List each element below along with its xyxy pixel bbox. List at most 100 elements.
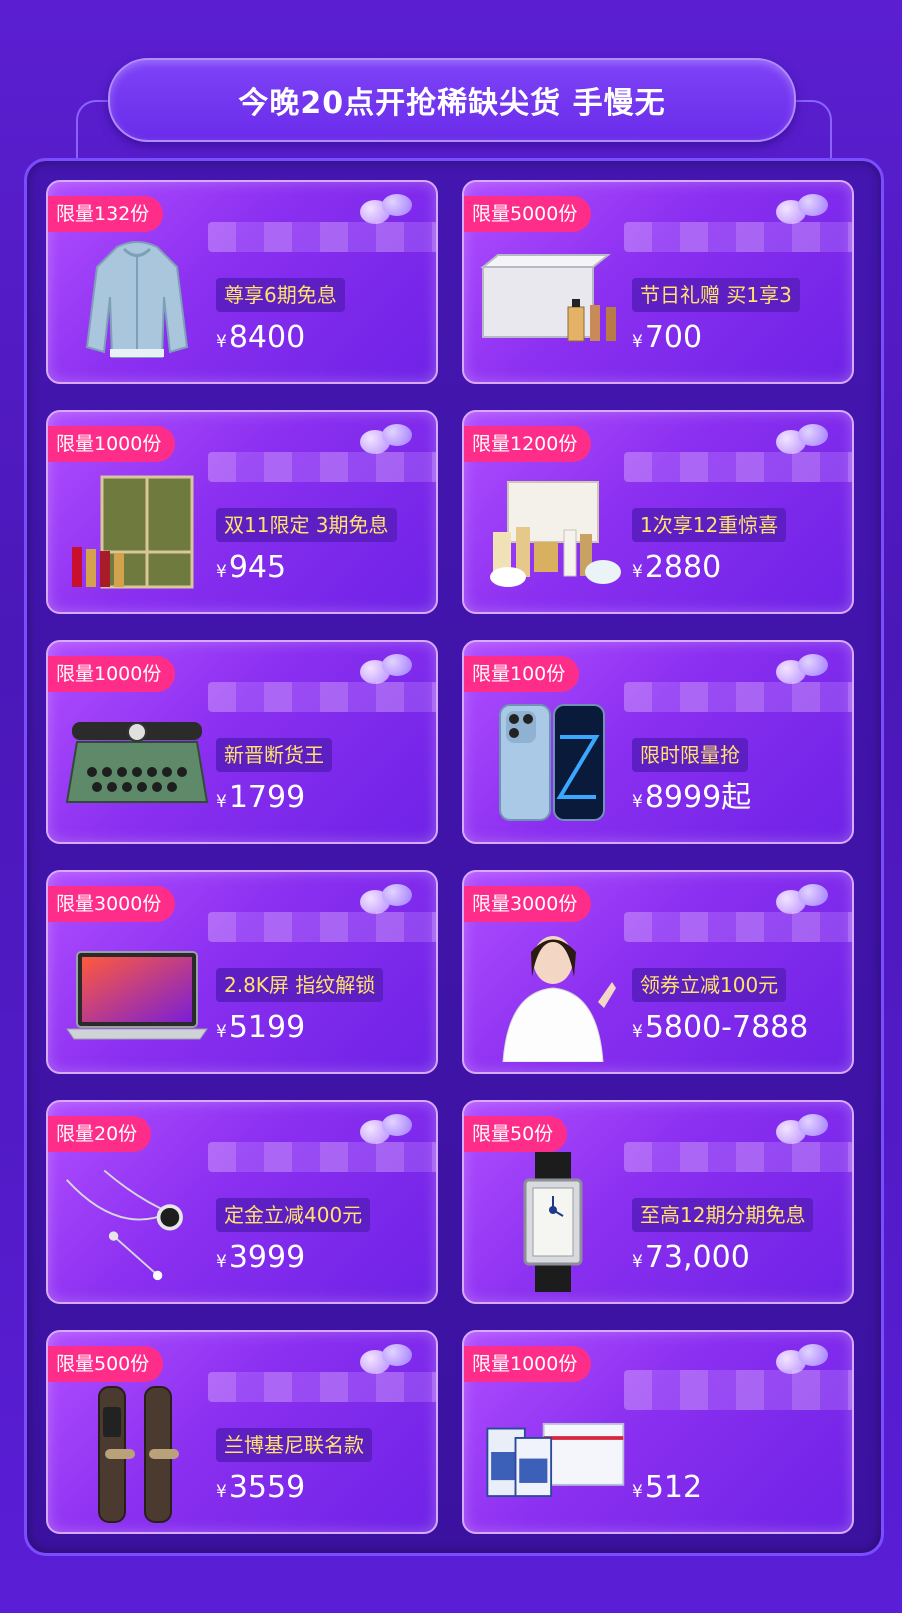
promo-tag: 尊享6期免息 xyxy=(216,278,345,312)
product-card[interactable]: 限量1000份 ¥512 xyxy=(462,1330,854,1534)
bubble-decoration-icon xyxy=(776,194,828,224)
limit-badge: 限量1000份 xyxy=(464,1346,592,1382)
page-title: 今晚20点开抢稀缺尖货 手慢无 xyxy=(238,86,666,121)
product-card[interactable]: 限量3000份 领券立减100元 ¥5800-7888 xyxy=(462,870,854,1074)
milk-box-icon xyxy=(478,1382,628,1522)
product-card[interactable]: 限量1000份 新晋断货王 ¥1799 xyxy=(46,640,438,844)
currency-symbol: ¥ xyxy=(632,1022,643,1042)
blurred-title xyxy=(208,682,436,712)
limit-badge: 限量50份 xyxy=(464,1116,568,1152)
price-value: 3999 xyxy=(228,1240,306,1275)
blurred-title xyxy=(624,912,852,942)
product-grid: 限量132份 尊享6期免息 ¥8400 限量5000份 节日礼赠 买1享3 ¥7… xyxy=(46,180,854,1534)
product-card[interactable]: 限量100份 限时限量抢 ¥8999起 xyxy=(462,640,854,844)
laptop-icon xyxy=(62,922,212,1062)
currency-symbol: ¥ xyxy=(632,1252,643,1272)
product-card[interactable]: 限量1000份 双11限定 3期免息 ¥945 xyxy=(46,410,438,614)
watch-icon xyxy=(478,1152,628,1292)
price-value: 5199 xyxy=(228,1010,306,1045)
product-card[interactable]: 限量50份 至高12期分期免息 ¥73,000 xyxy=(462,1100,854,1304)
bubble-decoration-icon xyxy=(776,424,828,454)
lipstick-gift-box-icon xyxy=(62,462,212,602)
currency-symbol: ¥ xyxy=(632,792,643,812)
product-card[interactable]: 限量132份 尊享6期免息 ¥8400 xyxy=(46,180,438,384)
price: ¥73,000 xyxy=(632,1238,750,1282)
limit-badge: 限量5000份 xyxy=(464,196,592,232)
currency-symbol: ¥ xyxy=(216,1482,227,1502)
price-value: 1799 xyxy=(228,780,306,815)
bubble-decoration-icon xyxy=(360,194,412,224)
promo-tag: 兰博基尼联名款 xyxy=(216,1428,372,1462)
blurred-title xyxy=(624,1142,852,1172)
bubble-decoration-icon xyxy=(776,1114,828,1144)
promo-tag: 双11限定 3期免息 xyxy=(216,508,397,542)
limit-badge: 限量20份 xyxy=(48,1116,152,1152)
price-value: 5800-7888 xyxy=(644,1010,809,1045)
promo-tag: 1次享12重惊喜 xyxy=(632,508,787,542)
promo-tag: 定金立减400元 xyxy=(216,1198,371,1232)
bubble-decoration-icon xyxy=(776,884,828,914)
person-icon xyxy=(478,922,628,1062)
perfume-gift-box-icon xyxy=(478,232,628,372)
currency-symbol: ¥ xyxy=(216,792,227,812)
product-card[interactable]: 限量500份 兰博基尼联名款 ¥3559 xyxy=(46,1330,438,1534)
blurred-title xyxy=(208,452,436,482)
promo-tag: 至高12期分期免息 xyxy=(632,1198,814,1232)
bubble-decoration-icon xyxy=(360,654,412,684)
bubble-decoration-icon xyxy=(360,884,412,914)
blurred-title xyxy=(624,452,852,482)
limit-badge: 限量100份 xyxy=(464,656,580,692)
limit-badge: 限量1000份 xyxy=(48,656,176,692)
limit-badge: 限量3000份 xyxy=(464,886,592,922)
price-value: 700 xyxy=(644,320,703,355)
blurred-title xyxy=(208,222,436,252)
product-card[interactable]: 限量3000份 2.8K屏 指纹解锁 ¥5199 xyxy=(46,870,438,1074)
price: ¥512 xyxy=(632,1468,702,1512)
currency-symbol: ¥ xyxy=(632,1482,643,1502)
price-value: 8400 xyxy=(228,320,306,355)
currency-symbol: ¥ xyxy=(216,1252,227,1272)
limit-badge: 限量132份 xyxy=(48,196,164,232)
price-value: 8999起 xyxy=(644,780,752,815)
currency-symbol: ¥ xyxy=(216,1022,227,1042)
necklace-icon xyxy=(62,1152,212,1292)
product-card[interactable]: 限量1200份 1次享12重惊喜 ¥2880 xyxy=(462,410,854,614)
blurred-title xyxy=(208,1372,436,1402)
limit-badge: 限量1000份 xyxy=(48,426,176,462)
price-value: 2880 xyxy=(644,550,722,585)
product-card[interactable]: 限量20份 定金立减400元 ¥3999 xyxy=(46,1100,438,1304)
currency-symbol: ¥ xyxy=(216,332,227,352)
bubble-decoration-icon xyxy=(776,654,828,684)
typewriter-icon xyxy=(62,692,212,832)
price: ¥5800-7888 xyxy=(632,1008,808,1052)
price-value: 945 xyxy=(228,550,287,585)
promo-tag: 领券立减100元 xyxy=(632,968,787,1002)
smartphone-icon xyxy=(478,692,628,832)
blurred-title xyxy=(208,1142,436,1172)
currency-symbol: ¥ xyxy=(216,562,227,582)
price: ¥8999起 xyxy=(632,778,751,822)
blurred-title xyxy=(624,1370,852,1410)
currency-symbol: ¥ xyxy=(632,332,643,352)
price: ¥5199 xyxy=(216,1008,305,1052)
bubble-decoration-icon xyxy=(360,424,412,454)
limit-badge: 限量1200份 xyxy=(464,426,592,462)
smart-lock-icon xyxy=(62,1382,212,1523)
product-card[interactable]: 限量5000份 节日礼赠 买1享3 ¥700 xyxy=(462,180,854,384)
price: ¥3999 xyxy=(216,1238,305,1282)
header-banner: 今晚20点开抢稀缺尖货 手慢无 xyxy=(108,58,796,142)
price: ¥2880 xyxy=(632,548,721,592)
promo-tag: 节日礼赠 买1享3 xyxy=(632,278,800,312)
price-value: 73,000 xyxy=(644,1240,750,1275)
jacket-icon xyxy=(62,232,212,372)
price: ¥3559 xyxy=(216,1468,305,1512)
price: ¥8400 xyxy=(216,318,305,362)
blurred-title xyxy=(624,222,852,252)
price: ¥945 xyxy=(216,548,286,592)
currency-symbol: ¥ xyxy=(632,562,643,582)
price: ¥700 xyxy=(632,318,702,362)
bubble-decoration-icon xyxy=(360,1114,412,1144)
promo-tag: 新晋断货王 xyxy=(216,738,332,772)
limit-badge: 限量3000份 xyxy=(48,886,176,922)
blurred-title xyxy=(208,912,436,942)
